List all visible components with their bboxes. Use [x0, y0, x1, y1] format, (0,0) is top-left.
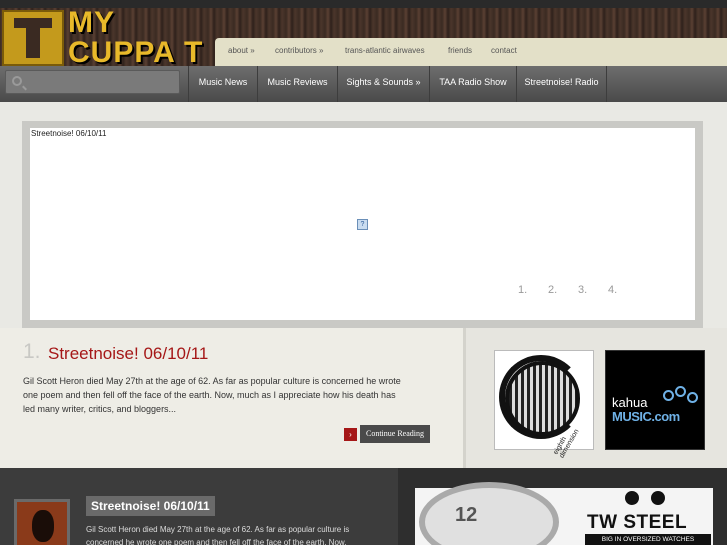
- footer-post-title[interactable]: Streetnoise! 06/10/11: [86, 496, 215, 516]
- kahua-music-ad[interactable]: kahua MUSIC.com: [605, 350, 705, 450]
- search-input[interactable]: [30, 73, 178, 93]
- broken-image-icon: ?: [357, 219, 368, 230]
- sidebar: eighth dimension kahua MUSIC.com: [463, 328, 727, 468]
- logo-text-line1: MY: [68, 6, 115, 39]
- ad-tagline: BIG IN OVERSIZED WATCHES: [585, 534, 711, 545]
- post-thumbnail[interactable]: [14, 499, 70, 545]
- nav-sights-and-sounds[interactable]: Sights & Sounds »: [337, 66, 429, 102]
- logo-text-line2: CUPPA T: [68, 36, 204, 69]
- top-nav-friends[interactable]: friends: [448, 46, 472, 55]
- top-nav-contributors[interactable]: contributors »: [275, 46, 323, 55]
- footer-post-excerpt: Gil Scott Heron died May 27th at the age…: [86, 525, 350, 545]
- post-excerpt: Gil Scott Heron died May 27th at the age…: [23, 376, 401, 414]
- site-header: MY CUPPA T about » contributors » trans-…: [0, 0, 727, 102]
- watch-number: 12: [455, 504, 478, 526]
- site-logo[interactable]: MY CUPPA T: [0, 6, 212, 69]
- nav-music-reviews[interactable]: Music Reviews: [257, 66, 337, 102]
- nav-streetnoise-radio[interactable]: Streetnoise! Radio: [516, 66, 606, 102]
- featured-slider: Streetnoise! 06/10/11 ? 1. 2. 3. 4.: [22, 121, 703, 328]
- logo-t-icon: [2, 10, 64, 66]
- top-nav-trans-atlantic-airwaves[interactable]: trans-atlantic airwaves: [345, 46, 425, 55]
- brand-dots-icon: [625, 491, 677, 510]
- slide-caption: Streetnoise! 06/10/11: [31, 129, 107, 138]
- post-list: 1. Streetnoise! 06/10/11 Gil Scott Heron…: [0, 328, 463, 468]
- ad-brand-line1: kahua: [612, 395, 648, 410]
- post-number: 1.: [23, 340, 41, 363]
- continue-reading-label: Continue Reading: [360, 425, 430, 443]
- post-title-link[interactable]: Streetnoise! 06/10/11: [48, 344, 208, 364]
- top-nav: about » contributors » trans-atlantic ai…: [215, 38, 727, 66]
- nav-taa-radio-show[interactable]: TAA Radio Show: [429, 66, 516, 102]
- slider-page-1[interactable]: 1.: [518, 284, 527, 296]
- top-nav-contact[interactable]: contact: [491, 46, 517, 55]
- slider-page-2[interactable]: 2.: [548, 284, 557, 296]
- ad-brand-name: TW STEEL: [587, 512, 688, 533]
- tw-steel-ad[interactable]: 12 TW STEEL BIG IN OVERSIZED WATCHES: [415, 482, 713, 545]
- circles-logo-icon: [663, 386, 699, 406]
- ad-brand-line2: MUSIC.com: [612, 409, 680, 424]
- eighth-dimension-ad[interactable]: eighth dimension: [494, 350, 594, 459]
- nav-divider: [606, 66, 607, 102]
- footer: Streetnoise! 06/10/11 Gil Scott Heron di…: [0, 468, 727, 545]
- slider-page-4[interactable]: 4.: [608, 284, 617, 296]
- search-icon[interactable]: [12, 76, 22, 86]
- watch-image: 12: [419, 482, 559, 545]
- main-nav: Music News Music Reviews Sights & Sounds…: [0, 66, 727, 102]
- arrow-right-icon: ›: [344, 427, 357, 441]
- top-nav-about[interactable]: about »: [228, 46, 255, 55]
- search-box: [5, 70, 180, 94]
- continue-reading-button[interactable]: › Continue Reading: [344, 425, 430, 443]
- slider-page-3[interactable]: 3.: [578, 284, 587, 296]
- slide[interactable]: Streetnoise! 06/10/11 ? 1. 2. 3. 4.: [30, 128, 695, 320]
- nav-music-news[interactable]: Music News: [188, 66, 257, 102]
